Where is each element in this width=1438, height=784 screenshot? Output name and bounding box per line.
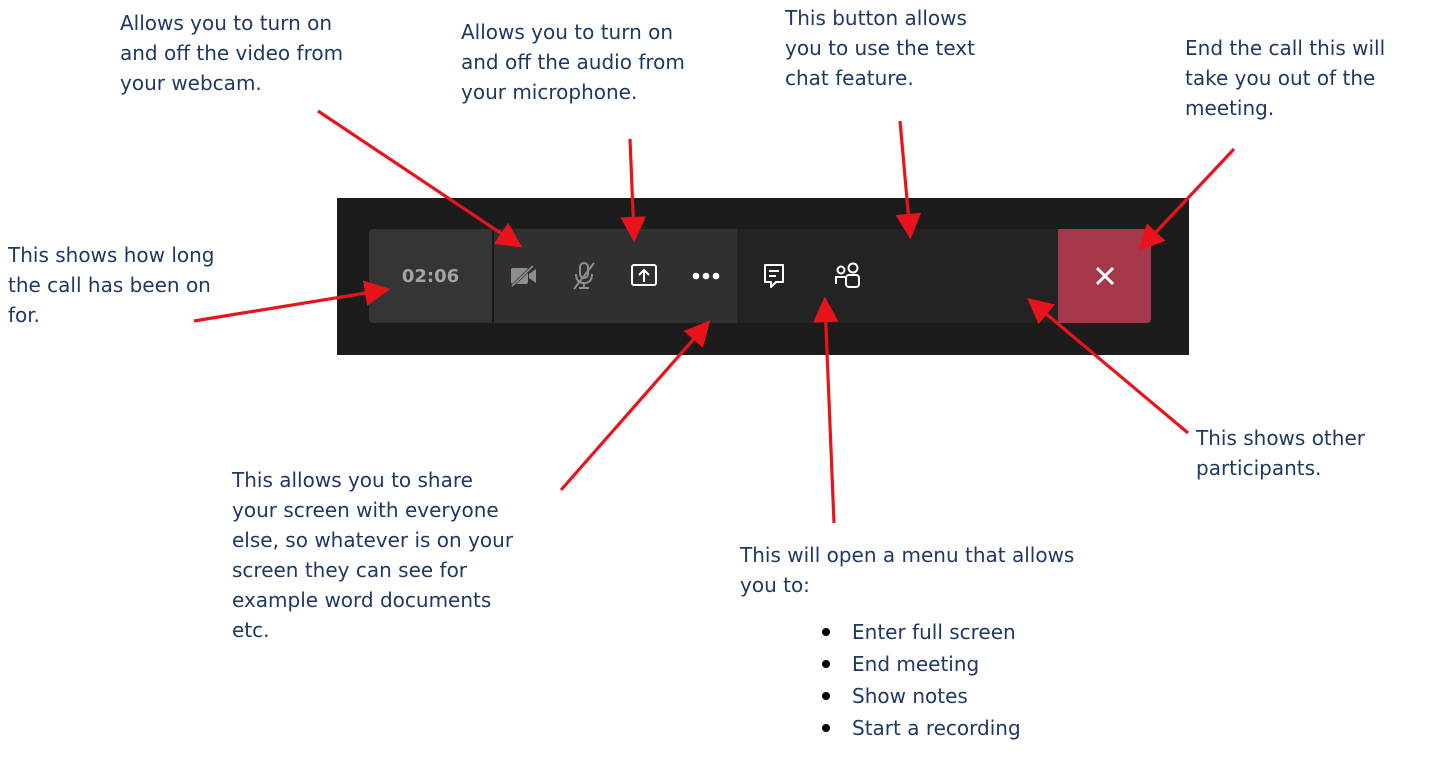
camera-toggle-button[interactable] <box>494 229 554 323</box>
annotation-more-menu: This will open a menu that allows you to… <box>740 540 1140 744</box>
annotation-timer: This shows how long the call has been on… <box>8 243 215 327</box>
list-item: Enter full screen <box>820 616 1140 648</box>
hang-up-button[interactable] <box>1058 229 1151 323</box>
list-item: End meeting <box>820 648 1140 680</box>
video-off-icon <box>510 265 536 287</box>
chat-icon <box>764 264 784 288</box>
close-icon <box>1095 266 1114 286</box>
annotation-end-call: End the call this will take you out of t… <box>1185 36 1386 120</box>
annotation-participants: This shows other participants. <box>1196 426 1365 480</box>
annotation-chat: This button allows you to use the text c… <box>785 6 975 90</box>
call-timer: 02:06 <box>369 229 494 323</box>
share-screen-button[interactable] <box>614 229 674 323</box>
mic-off-icon <box>573 262 595 290</box>
call-toolbar: 02:06 <box>369 229 1151 323</box>
share-screen-icon <box>631 264 657 286</box>
people-icon <box>835 262 860 288</box>
annotation-share: This allows you to share your screen wit… <box>232 468 514 642</box>
annotation-audio: Allows you to turn on and off the audio … <box>461 20 685 104</box>
menu-options-list: Enter full screen End meeting Show notes… <box>740 616 1140 744</box>
chat-button[interactable] <box>737 229 811 323</box>
list-item: Start a recording <box>820 712 1140 744</box>
side-controls <box>737 229 1151 323</box>
more-options-button[interactable] <box>674 229 737 323</box>
mic-toggle-button[interactable] <box>554 229 614 323</box>
more-dots-icon <box>692 272 719 280</box>
media-controls <box>494 229 737 323</box>
participants-button[interactable] <box>811 229 885 323</box>
list-item: Show notes <box>820 680 1140 712</box>
annotation-video: Allows you to turn on and off the video … <box>120 11 344 95</box>
